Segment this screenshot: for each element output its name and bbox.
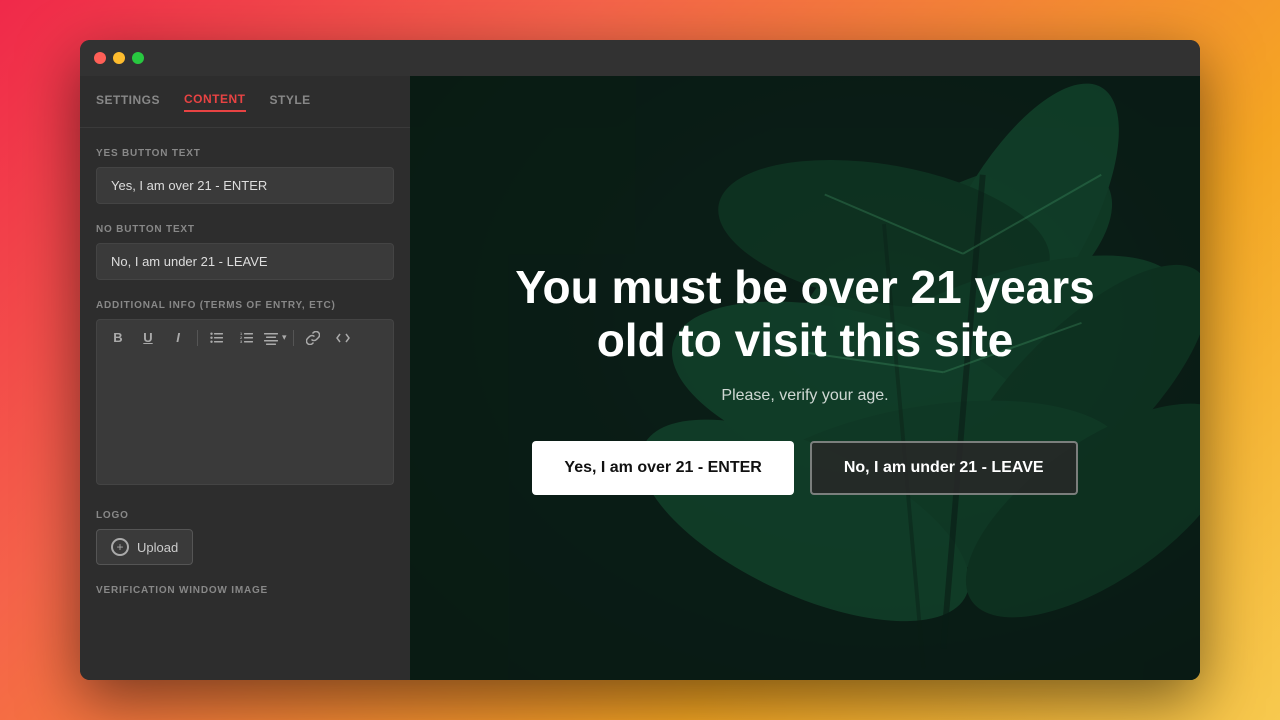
- ordered-list-button[interactable]: 123: [234, 327, 260, 349]
- app-window: SETTINGS CONTENT STYLE YES BUTTON TEXT N…: [80, 40, 1200, 680]
- close-dot[interactable]: [94, 52, 106, 64]
- yes-button-label: YES BUTTON TEXT: [96, 148, 394, 159]
- verification-image-label: VERIFICATION WINDOW IMAGE: [96, 585, 394, 596]
- toolbar-divider-1: [197, 330, 198, 346]
- tab-style[interactable]: STYLE: [270, 93, 311, 111]
- titlebar: [80, 40, 1200, 76]
- bold-button[interactable]: B: [105, 326, 131, 349]
- expand-dot[interactable]: [132, 52, 144, 64]
- panel-content: YES BUTTON TEXT NO BUTTON TEXT ADDITIONA…: [80, 128, 410, 624]
- preview-title: You must be over 21 years old to visit t…: [505, 261, 1105, 367]
- rich-text-toolbar: B U I 123: [96, 319, 394, 355]
- yes-button-field: YES BUTTON TEXT: [96, 148, 394, 204]
- svg-text:3: 3: [240, 339, 243, 344]
- main-area: SETTINGS CONTENT STYLE YES BUTTON TEXT N…: [80, 76, 1200, 680]
- preview-yes-button[interactable]: Yes, I am over 21 - ENTER: [532, 441, 793, 495]
- logo-field: LOGO + Upload: [96, 510, 394, 565]
- align-chevron-icon: ▾: [282, 332, 287, 343]
- tab-content[interactable]: CONTENT: [184, 92, 246, 112]
- upload-icon: +: [111, 538, 129, 556]
- additional-info-textarea[interactable]: [96, 355, 394, 485]
- logo-label: LOGO: [96, 510, 394, 521]
- no-button-input[interactable]: [96, 243, 394, 280]
- tab-bar: SETTINGS CONTENT STYLE: [80, 76, 410, 128]
- no-button-field: NO BUTTON TEXT: [96, 224, 394, 280]
- toolbar-divider-2: [293, 330, 294, 346]
- unordered-list-button[interactable]: [204, 327, 230, 349]
- no-button-label: NO BUTTON TEXT: [96, 224, 394, 235]
- additional-info-field: ADDITIONAL INFO (TERMS OF ENTRY, ETC) B …: [96, 300, 394, 490]
- verification-image-field: VERIFICATION WINDOW IMAGE: [96, 585, 394, 604]
- left-panel: SETTINGS CONTENT STYLE YES BUTTON TEXT N…: [80, 76, 410, 680]
- additional-info-label: ADDITIONAL INFO (TERMS OF ENTRY, ETC): [96, 300, 394, 311]
- preview-buttons: Yes, I am over 21 - ENTER No, I am under…: [505, 441, 1105, 495]
- align-dropdown[interactable]: ▾: [264, 331, 287, 345]
- upload-button[interactable]: + Upload: [96, 529, 193, 565]
- tab-settings[interactable]: SETTINGS: [96, 93, 160, 111]
- italic-button[interactable]: I: [165, 326, 191, 349]
- code-button[interactable]: [330, 327, 356, 349]
- preview-content: You must be over 21 years old to visit t…: [465, 221, 1145, 535]
- minimize-dot[interactable]: [113, 52, 125, 64]
- link-button[interactable]: [300, 327, 326, 349]
- upload-label: Upload: [137, 540, 178, 555]
- yes-button-input[interactable]: [96, 167, 394, 204]
- preview-subtitle: Please, verify your age.: [505, 387, 1105, 405]
- preview-area: You must be over 21 years old to visit t…: [410, 76, 1200, 680]
- preview-no-button[interactable]: No, I am under 21 - LEAVE: [810, 441, 1078, 495]
- underline-button[interactable]: U: [135, 326, 161, 349]
